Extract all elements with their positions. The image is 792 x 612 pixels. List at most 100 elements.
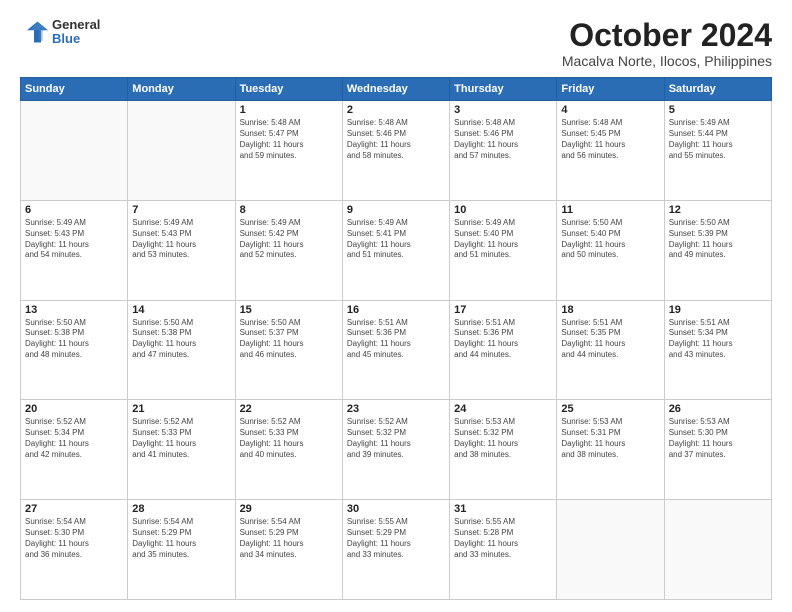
calendar-week-3: 20Sunrise: 5:52 AM Sunset: 5:34 PM Dayli… [21, 400, 772, 500]
header: General Blue October 2024 Macalva Norte,… [20, 18, 772, 69]
day-info: Sunrise: 5:55 AM Sunset: 5:28 PM Dayligh… [454, 517, 552, 560]
calendar-cell: 16Sunrise: 5:51 AM Sunset: 5:36 PM Dayli… [342, 300, 449, 400]
logo: General Blue [20, 18, 100, 47]
day-number: 3 [454, 104, 552, 116]
title-block: October 2024 Macalva Norte, Ilocos, Phil… [562, 18, 772, 69]
day-info: Sunrise: 5:50 AM Sunset: 5:38 PM Dayligh… [132, 318, 230, 361]
day-info: Sunrise: 5:52 AM Sunset: 5:33 PM Dayligh… [240, 417, 338, 460]
header-monday: Monday [128, 78, 235, 101]
header-friday: Friday [557, 78, 664, 101]
day-info: Sunrise: 5:49 AM Sunset: 5:43 PM Dayligh… [25, 218, 123, 261]
day-number: 31 [454, 503, 552, 515]
header-wednesday: Wednesday [342, 78, 449, 101]
calendar-cell: 3 Sunrise: 5:48 AM Sunset: 5:46 PM Daylig… [450, 101, 557, 201]
calendar-cell: 30 Sunrise: 5:55 AM Sunset: 5:29 PM Dayli… [342, 500, 449, 600]
calendar-cell: 22Sunrise: 5:52 AM Sunset: 5:33 PM Dayli… [235, 400, 342, 500]
calendar-cell: 28Sunrise: 5:54 AM Sunset: 5:29 PM Dayli… [128, 500, 235, 600]
calendar-cell: 21 Sunrise: 5:52 AM Sunset: 5:33 PM Dayli… [128, 400, 235, 500]
calendar-cell: 13 Sunrise: 5:50 AM Sunset: 5:38 PM Dayli… [21, 300, 128, 400]
day-info: Sunrise: 5:54 AM Sunset: 5:30 PM Dayligh… [25, 517, 123, 560]
calendar-cell: 19Sunrise: 5:51 AM Sunset: 5:34 PM Dayli… [664, 300, 771, 400]
logo-icon [20, 18, 48, 46]
day-number: 30 [347, 503, 445, 515]
day-info: Sunrise: 5:48 AM Sunset: 5:46 PM Dayligh… [454, 118, 552, 161]
day-number: 11 [561, 204, 659, 216]
calendar-cell: 17 Sunrise: 5:51 AM Sunset: 5:36 PM Dayli… [450, 300, 557, 400]
day-info: Sunrise: 5:52 AM Sunset: 5:33 PM Dayligh… [132, 417, 230, 460]
day-info: Sunrise: 5:49 AM Sunset: 5:42 PM Dayligh… [240, 218, 338, 261]
day-info: Sunrise: 5:51 AM Sunset: 5:35 PM Dayligh… [561, 318, 659, 361]
calendar-cell: 14Sunrise: 5:50 AM Sunset: 5:38 PM Dayli… [128, 300, 235, 400]
day-info: Sunrise: 5:48 AM Sunset: 5:46 PM Dayligh… [347, 118, 445, 161]
calendar-cell: 1 Sunrise: 5:48 AM Sunset: 5:47 PM Daylig… [235, 101, 342, 201]
calendar-cell: 4 Sunrise: 5:48 AM Sunset: 5:45 PM Daylig… [557, 101, 664, 201]
day-number: 10 [454, 204, 552, 216]
calendar-cell: 11Sunrise: 5:50 AM Sunset: 5:40 PM Dayli… [557, 200, 664, 300]
calendar-cell [664, 500, 771, 600]
day-info: Sunrise: 5:49 AM Sunset: 5:44 PM Dayligh… [669, 118, 767, 161]
day-info: Sunrise: 5:54 AM Sunset: 5:29 PM Dayligh… [132, 517, 230, 560]
calendar-week-2: 13 Sunrise: 5:50 AM Sunset: 5:38 PM Dayli… [21, 300, 772, 400]
calendar-cell: 24 Sunrise: 5:53 AM Sunset: 5:32 PM Dayli… [450, 400, 557, 500]
logo-text: General Blue [52, 18, 100, 47]
calendar-cell [557, 500, 664, 600]
day-number: 1 [240, 104, 338, 116]
day-number: 29 [240, 503, 338, 515]
day-number: 15 [240, 304, 338, 316]
day-number: 9 [347, 204, 445, 216]
day-info: Sunrise: 5:52 AM Sunset: 5:32 PM Dayligh… [347, 417, 445, 460]
day-number: 26 [669, 403, 767, 415]
header-saturday: Saturday [664, 78, 771, 101]
calendar-cell: 29 Sunrise: 5:54 AM Sunset: 5:29 PM Dayli… [235, 500, 342, 600]
calendar-cell: 23 Sunrise: 5:52 AM Sunset: 5:32 PM Dayli… [342, 400, 449, 500]
day-number: 21 [132, 403, 230, 415]
day-info: Sunrise: 5:49 AM Sunset: 5:40 PM Dayligh… [454, 218, 552, 261]
day-number: 5 [669, 104, 767, 116]
calendar-cell: 6Sunrise: 5:49 AM Sunset: 5:43 PM Daylig… [21, 200, 128, 300]
day-info: Sunrise: 5:50 AM Sunset: 5:37 PM Dayligh… [240, 318, 338, 361]
calendar-cell: 18Sunrise: 5:51 AM Sunset: 5:35 PM Dayli… [557, 300, 664, 400]
day-info: Sunrise: 5:53 AM Sunset: 5:32 PM Dayligh… [454, 417, 552, 460]
header-tuesday: Tuesday [235, 78, 342, 101]
calendar-cell: 26 Sunrise: 5:53 AM Sunset: 5:30 PM Dayli… [664, 400, 771, 500]
day-info: Sunrise: 5:48 AM Sunset: 5:45 PM Dayligh… [561, 118, 659, 161]
calendar-cell: 31 Sunrise: 5:55 AM Sunset: 5:28 PM Dayli… [450, 500, 557, 600]
calendar-cell: 9 Sunrise: 5:49 AM Sunset: 5:41 PM Daylig… [342, 200, 449, 300]
calendar-cell: 10 Sunrise: 5:49 AM Sunset: 5:40 PM Dayli… [450, 200, 557, 300]
day-info: Sunrise: 5:53 AM Sunset: 5:31 PM Dayligh… [561, 417, 659, 460]
day-number: 2 [347, 104, 445, 116]
day-info: Sunrise: 5:50 AM Sunset: 5:38 PM Dayligh… [25, 318, 123, 361]
day-info: Sunrise: 5:49 AM Sunset: 5:41 PM Dayligh… [347, 218, 445, 261]
day-number: 13 [25, 304, 123, 316]
day-number: 23 [347, 403, 445, 415]
calendar-table: Sunday Monday Tuesday Wednesday Thursday… [20, 77, 772, 600]
logo-blue-label: Blue [52, 32, 100, 46]
day-number: 27 [25, 503, 123, 515]
day-number: 17 [454, 304, 552, 316]
day-info: Sunrise: 5:55 AM Sunset: 5:29 PM Dayligh… [347, 517, 445, 560]
header-sunday: Sunday [21, 78, 128, 101]
day-number: 8 [240, 204, 338, 216]
day-number: 24 [454, 403, 552, 415]
title-location: Macalva Norte, Ilocos, Philippines [562, 53, 772, 69]
day-info: Sunrise: 5:54 AM Sunset: 5:29 PM Dayligh… [240, 517, 338, 560]
calendar-cell: 20Sunrise: 5:52 AM Sunset: 5:34 PM Dayli… [21, 400, 128, 500]
calendar-cell: 12 Sunrise: 5:50 AM Sunset: 5:39 PM Dayli… [664, 200, 771, 300]
calendar-cell [21, 101, 128, 201]
day-info: Sunrise: 5:52 AM Sunset: 5:34 PM Dayligh… [25, 417, 123, 460]
day-number: 12 [669, 204, 767, 216]
calendar-cell: 15 Sunrise: 5:50 AM Sunset: 5:37 PM Dayli… [235, 300, 342, 400]
calendar-week-0: 1 Sunrise: 5:48 AM Sunset: 5:47 PM Daylig… [21, 101, 772, 201]
day-info: Sunrise: 5:48 AM Sunset: 5:47 PM Dayligh… [240, 118, 338, 161]
day-info: Sunrise: 5:49 AM Sunset: 5:43 PM Dayligh… [132, 218, 230, 261]
day-info: Sunrise: 5:53 AM Sunset: 5:30 PM Dayligh… [669, 417, 767, 460]
day-info: Sunrise: 5:50 AM Sunset: 5:39 PM Dayligh… [669, 218, 767, 261]
day-number: 16 [347, 304, 445, 316]
header-thursday: Thursday [450, 78, 557, 101]
calendar-cell [128, 101, 235, 201]
day-number: 4 [561, 104, 659, 116]
calendar-week-4: 27 Sunrise: 5:54 AM Sunset: 5:30 PM Dayli… [21, 500, 772, 600]
calendar-cell: 5 Sunrise: 5:49 AM Sunset: 5:44 PM Daylig… [664, 101, 771, 201]
calendar-cell: 8 Sunrise: 5:49 AM Sunset: 5:42 PM Daylig… [235, 200, 342, 300]
day-info: Sunrise: 5:51 AM Sunset: 5:36 PM Dayligh… [454, 318, 552, 361]
